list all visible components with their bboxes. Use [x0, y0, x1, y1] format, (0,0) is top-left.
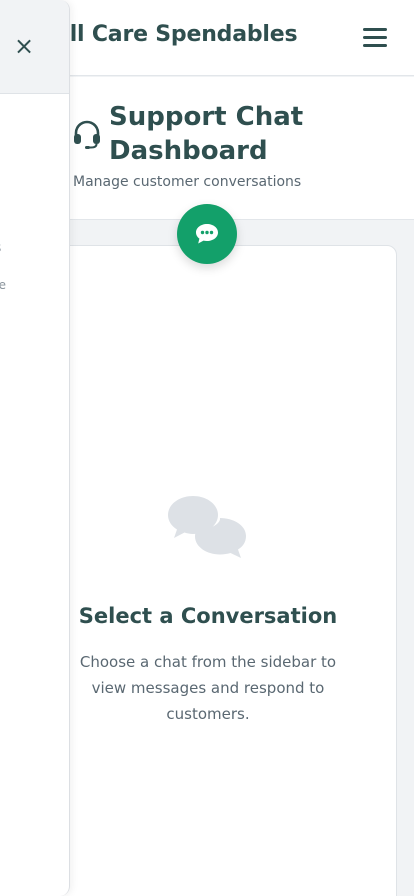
page-subtitle: Manage customer conversations [73, 174, 302, 190]
page-title: Support Chat Dashboard [109, 102, 304, 166]
menu-line [363, 28, 387, 31]
close-icon[interactable]: × [12, 34, 36, 58]
sidebar-text-fragment: re [0, 278, 6, 292]
chat-fab-button[interactable] [177, 204, 237, 264]
sidebar-text-fragment: s [0, 240, 1, 256]
chat-bubble-icon [196, 224, 218, 244]
hamburger-menu-button[interactable] [360, 26, 390, 50]
brand-title: ell Care Spendables [55, 22, 298, 47]
empty-state-text: Choose a chat from the sidebar to view m… [79, 653, 337, 723]
empty-state-title: Select a Conversation [78, 604, 338, 628]
headset-icon [74, 120, 100, 149]
conversation-sidebar: × s re [0, 0, 70, 896]
sidebar-header: × [0, 0, 69, 94]
chat-panel [50, 245, 397, 896]
menu-line [363, 36, 387, 39]
menu-line [363, 44, 387, 47]
conversation-bubbles-icon [168, 496, 246, 558]
